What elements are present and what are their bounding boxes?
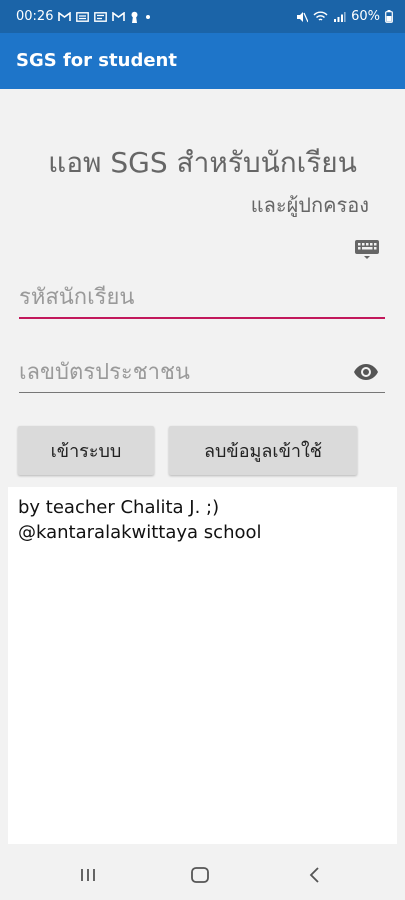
citizen-id-underline: [19, 392, 385, 393]
login-form: แอพ SGS สำหรับนักเรียน และผู้ปกครอง เข้า…: [0, 89, 405, 852]
battery-icon: [385, 10, 393, 23]
dot-icon: [146, 14, 151, 19]
page-title: แอพ SGS สำหรับนักเรียน: [48, 146, 357, 179]
student-id-input[interactable]: [19, 277, 385, 319]
recent-apps-icon[interactable]: [78, 864, 98, 886]
battery-percent: 60%: [351, 9, 380, 24]
login-button[interactable]: เข้าระบบ: [18, 426, 154, 475]
school-line: @kantaralakwittaya school: [18, 522, 262, 543]
mute-icon: [297, 11, 309, 22]
status-time: 00:26: [16, 9, 54, 24]
message-icon: [94, 11, 108, 22]
credit-line: by teacher Chalita J. ;): [18, 497, 220, 518]
gmail-icon: [112, 11, 126, 21]
eye-icon[interactable]: [353, 363, 379, 381]
message-icon: [76, 11, 90, 22]
page-subtitle: และผู้ปกครอง: [250, 193, 369, 217]
app-bar: SGS for student: [0, 33, 405, 89]
signal-icon: [334, 11, 346, 22]
home-icon[interactable]: [189, 864, 211, 886]
status-left: 00:26: [16, 9, 152, 24]
status-right: 60%: [296, 9, 393, 24]
citizen-id-input[interactable]: [19, 352, 349, 392]
wifi-icon: [313, 11, 328, 21]
gmail-icon: [58, 11, 72, 21]
info-panel: by teacher Chalita J. ;) @kantaralakwitt…: [8, 487, 397, 844]
keyboard-icon[interactable]: [354, 239, 380, 261]
navigation-bar: [0, 852, 405, 900]
clear-credentials-button[interactable]: ลบข้อมูลเข้าใช้: [169, 426, 357, 475]
back-icon[interactable]: [305, 864, 325, 886]
keyhole-icon: [131, 11, 138, 23]
status-bar: 00:26 60%: [0, 0, 405, 33]
app-title: SGS for student: [16, 50, 177, 71]
